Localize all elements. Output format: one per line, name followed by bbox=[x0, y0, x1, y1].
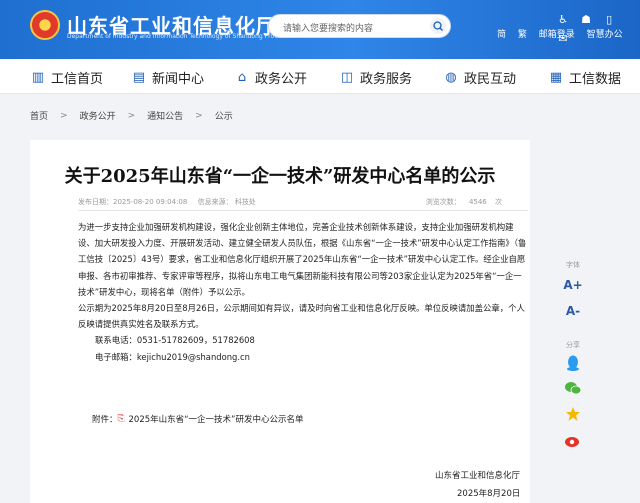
side-toolbar: 字体 A+ A- 分享 bbox=[558, 256, 588, 458]
contact-phone: 联系电话：0531-51782609，51782608 bbox=[95, 335, 255, 346]
interaction-icon: ◍ bbox=[445, 69, 457, 85]
mobile-icon[interactable]: ▯ bbox=[602, 13, 616, 27]
contact-email: 电子邮箱：kejichu2019@shandong.cn bbox=[95, 351, 250, 362]
nav-home[interactable]: ▥ 工信首页 bbox=[30, 68, 103, 88]
main-nav: ▥ 工信首页 ▤ 新闻中心 ⌂ 政务公开 ◫ 政务服务 ◍ 政民互动 ▦ 工信数… bbox=[0, 59, 640, 94]
attachment-link[interactable]: 2025年山东省“一企一技术”研发中心公示名单 bbox=[129, 413, 304, 425]
wechat-share-icon[interactable] bbox=[558, 380, 588, 402]
mail-login-link[interactable]: 邮箱登录 bbox=[539, 30, 575, 40]
search-box[interactable]: 请输入您要搜索的内容 bbox=[268, 14, 451, 38]
article-paragraph-2: 公示期为2025年8月20日至8月26日，公示期间如有异议，请及时向省工业和信息… bbox=[78, 303, 525, 330]
nav-news[interactable]: ▤ 新闻中心 bbox=[131, 68, 204, 88]
pdf-file-icon: ⎘ bbox=[117, 413, 125, 424]
qq-share-icon[interactable] bbox=[558, 354, 588, 376]
site-subtitle: Department of Industry and Information T… bbox=[67, 33, 291, 40]
traditional-chinese-link[interactable]: 繁 bbox=[518, 30, 527, 40]
article-meta: 发布日期：2025-08-20 09:04:08 信息来源： 科技处 浏览次数：… bbox=[78, 197, 508, 207]
font-label: 字体 bbox=[566, 261, 580, 269]
breadcrumb: 首页 > 政务公开 > 通知公告 > 公示 bbox=[30, 109, 233, 123]
search-icon[interactable] bbox=[430, 18, 446, 34]
share-label: 分享 bbox=[566, 341, 580, 349]
chevron-right-icon: > bbox=[127, 110, 136, 121]
search-input[interactable]: 请输入您要搜索的内容 bbox=[283, 21, 373, 34]
nav-gov-service[interactable]: ◫ 政务服务 bbox=[339, 68, 412, 88]
building-icon: ▥ bbox=[31, 69, 45, 85]
signature-date: 2025年8月20日 bbox=[457, 489, 521, 499]
attachment: 附件： ⎘ 2025年山东省“一企一技术”研发中心公示名单 bbox=[92, 413, 304, 426]
font-decrease-button[interactable]: A- bbox=[558, 300, 588, 322]
nav-data[interactable]: ▦ 工信数据 bbox=[548, 68, 621, 88]
publish-date: 发布日期：2025-08-20 09:04:08 bbox=[78, 198, 188, 206]
government-icon: ⌂ bbox=[237, 69, 247, 85]
meta-divider bbox=[78, 210, 528, 211]
data-icon: ▦ bbox=[549, 69, 563, 85]
nav-gov-affairs[interactable]: ⌂ 政务公开 bbox=[234, 68, 307, 88]
service-icon: ◫ bbox=[340, 69, 354, 85]
chevron-right-icon: > bbox=[195, 110, 203, 121]
smart-office-link[interactable]: 智慧办公 bbox=[587, 30, 623, 40]
nav-interaction[interactable]: ◍ 政民互动 bbox=[443, 68, 516, 88]
article-paragraph-1: 为进一步支持企业加强研发机构建设，强化企业创新主体地位，完善企业技术创新体系建设… bbox=[78, 222, 527, 297]
article-title: 关于2025年山东省“一企一技术”研发中心名单的公示 bbox=[64, 166, 496, 187]
article-body: 为进一步支持企业加强研发机构建设，强化企业创新主体地位，完善企业技术创新体系建设… bbox=[78, 219, 528, 365]
signature-org: 山东省工业和信息化厅 bbox=[435, 471, 521, 481]
site-header: 山东省工业和信息化厅 Department of Industry and In… bbox=[0, 0, 640, 59]
elder-mode-icon[interactable]: ☗ bbox=[579, 13, 593, 27]
attachment-label: 附件： bbox=[92, 415, 118, 425]
breadcrumb-home[interactable]: 首页 bbox=[30, 109, 48, 122]
breadcrumb-public-notice[interactable]: 公示 bbox=[215, 109, 233, 122]
info-source: 信息来源： 科技处 bbox=[197, 198, 256, 206]
news-icon: ▤ bbox=[132, 69, 146, 85]
top-links: 简 繁 邮箱登录 智慧办公 bbox=[497, 27, 632, 40]
weibo-share-icon[interactable] bbox=[558, 432, 588, 454]
national-emblem-logo[interactable] bbox=[30, 10, 60, 40]
font-increase-button[interactable]: A+ bbox=[558, 274, 588, 296]
breadcrumb-gov-affairs[interactable]: 政务公开 bbox=[80, 109, 116, 122]
qzone-share-icon[interactable] bbox=[558, 406, 588, 428]
breadcrumb-notices[interactable]: 通知公告 bbox=[147, 109, 183, 122]
view-count-number: 4546 bbox=[468, 198, 487, 206]
article-card: 关于2025年山东省“一企一技术”研发中心名单的公示 发布日期：2025-08-… bbox=[30, 140, 530, 503]
chevron-right-icon: > bbox=[60, 110, 68, 121]
view-count: 浏览次数： 4546 次 bbox=[425, 198, 502, 206]
simplified-chinese-link[interactable]: 简 bbox=[497, 30, 506, 40]
accessibility-icon[interactable]: ♿ bbox=[556, 13, 570, 27]
